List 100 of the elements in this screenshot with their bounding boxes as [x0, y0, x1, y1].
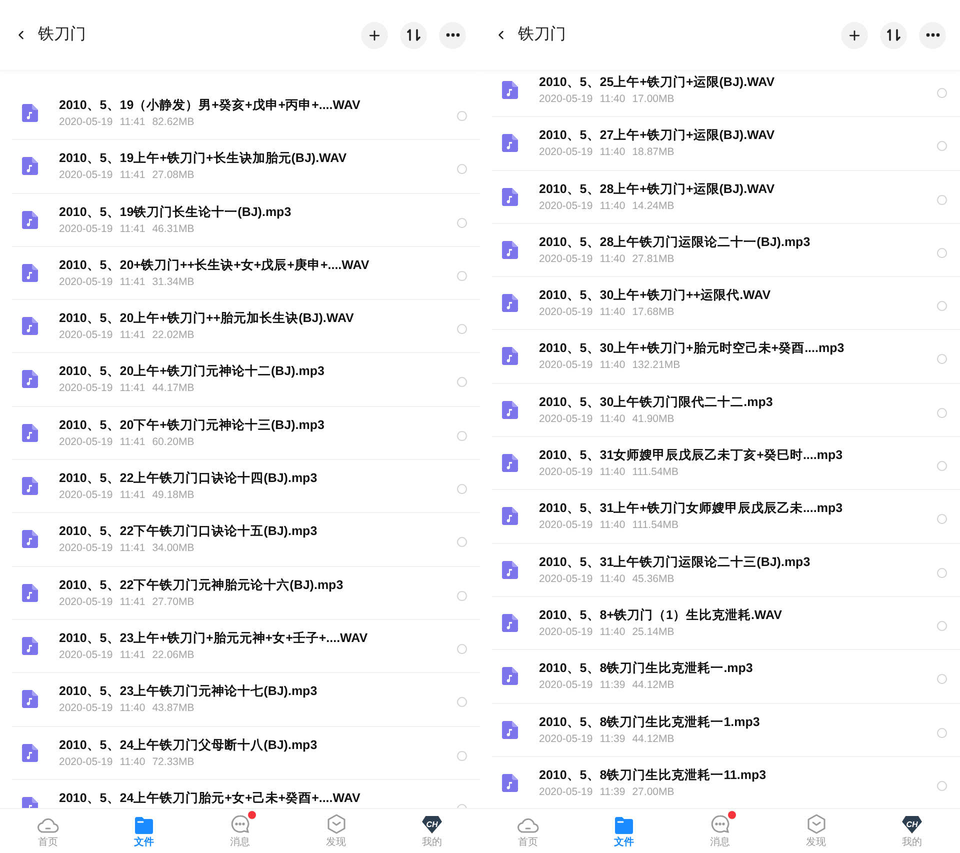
select-radio[interactable]	[457, 697, 467, 708]
file-size: 27.81MB	[632, 252, 674, 266]
file-row[interactable]: 2010、5、27上午+铁刀门+运限(BJ).WAV 2020-05-19 11:40 18.87MB	[492, 117, 960, 171]
audio-file-icon	[502, 400, 518, 419]
file-time: 11:40	[600, 358, 626, 372]
file-name: 2010、5、27上午+铁刀门+运限(BJ).WAV	[539, 127, 776, 144]
select-radio[interactable]	[457, 750, 467, 761]
sort-button[interactable]	[400, 22, 427, 48]
file-size: 14.24MB	[632, 198, 674, 213]
chat-icon	[230, 814, 250, 834]
more-icon	[446, 33, 460, 37]
more-button[interactable]	[919, 22, 946, 48]
file-row[interactable]: 2010、5、30上午+铁刀门+胎元时空己未+癸酉....mp3 2020-05-19 11:40 132.21MB	[492, 330, 960, 384]
select-radio[interactable]	[457, 164, 467, 174]
select-radio[interactable]	[457, 537, 467, 548]
file-time: 11:41	[120, 328, 146, 342]
file-row[interactable]: 2010、5、31上午+铁刀门女师嫂甲辰戊辰乙未....mp3 2020-05-19 11:40 111.54MB	[492, 490, 960, 544]
select-radio[interactable]	[937, 248, 947, 258]
file-row[interactable]: 2010、5、24上午铁刀门父母断十八(BJ).mp3 2020-05-19 11:40 72.33MB	[12, 726, 480, 780]
file-time: 11:40	[600, 92, 626, 106]
file-row[interactable]: 2010、5、25上午+铁刀门+运限(BJ).WAV 2020-05-19 11:40 17.00MB	[492, 70, 960, 118]
file-size: 27.70MB	[152, 594, 194, 609]
file-row[interactable]: 2010、5、19（小静发）男+癸亥+戊申+丙申+....WAV 2020-05-19 11:41 82.62MB	[12, 87, 480, 140]
file-size: 27.08MB	[152, 168, 194, 182]
select-radio[interactable]	[457, 430, 467, 441]
select-radio[interactable]	[937, 780, 947, 791]
file-row[interactable]: 2010、5、28上午铁刀门运限论二十一(BJ).mp3 2020-05-19 11:40 27.81MB	[492, 224, 960, 278]
select-radio[interactable]	[937, 354, 947, 364]
file-size: 44.12MB	[632, 678, 674, 692]
select-radio[interactable]	[937, 88, 947, 98]
file-time: 11:40	[120, 754, 146, 769]
add-button[interactable]	[361, 22, 388, 48]
select-radio[interactable]	[457, 111, 467, 121]
audio-file-icon	[502, 560, 518, 579]
file-date: 2020-05-19	[59, 115, 113, 129]
select-radio[interactable]	[937, 514, 947, 524]
file-date: 2020-05-19	[539, 198, 593, 213]
file-row[interactable]: 2010、5、30上午铁刀门限代二十二.mp3 2020-05-19 11:40 41.90MB	[492, 384, 960, 438]
file-row[interactable]: 2010、5、30上午+铁刀门++运限代.WAV 2020-05-19 11:40 17.68MB	[492, 277, 960, 330]
file-date: 2020-05-19	[539, 518, 593, 532]
file-row[interactable]: 2010、5、19铁刀门长生论十一(BJ).mp3 2020-05-19 11:41 46.31MB	[12, 194, 480, 247]
select-radio[interactable]	[457, 270, 467, 281]
hexagon-icon	[806, 814, 826, 834]
select-radio[interactable]	[937, 461, 947, 472]
select-radio[interactable]	[457, 324, 467, 334]
more-button[interactable]	[439, 22, 466, 48]
file-row[interactable]: 2010、5、8铁刀门生比克泄耗一.mp3 2020-05-19 11:39 44.12MB	[492, 650, 960, 704]
file-name: 2010、5、8铁刀门生比克泄耗一.mp3	[539, 660, 754, 678]
file-name: 2010、5、22下午铁刀门元神胎元论十六(BJ).mp3	[59, 576, 344, 594]
select-radio[interactable]	[457, 484, 467, 494]
file-size: 72.33MB	[152, 754, 194, 769]
file-time: 11:40	[600, 252, 626, 266]
file-size: 44.12MB	[632, 732, 674, 746]
select-radio[interactable]	[937, 408, 947, 418]
file-size: 44.17MB	[152, 381, 194, 396]
file-row[interactable]: 2010、5、31女师嫂甲辰戊辰乙未丁亥+癸巳时....mp3 2020-05-19 11:40 111.54MB	[492, 437, 960, 490]
file-name: 2010、5、28上午+铁刀门+运限(BJ).WAV	[539, 180, 776, 198]
file-row[interactable]: 2010、5、8+铁刀门（1）生比克泄耗.WAV 2020-05-19 11:40 25.14MB	[492, 596, 960, 650]
select-radio[interactable]	[937, 674, 947, 684]
folder-title: 铁刀门	[518, 24, 566, 45]
audio-file-icon	[22, 370, 38, 388]
audio-file-icon	[502, 614, 518, 632]
select-radio[interactable]	[457, 377, 467, 388]
file-size: 25.14MB	[632, 624, 674, 639]
file-size: 41.90MB	[632, 412, 674, 426]
sort-button[interactable]	[880, 22, 907, 48]
file-row[interactable]: 2010、5、22上午铁刀门口诀论十四(BJ).mp3 2020-05-19 11:41 49.18MB	[12, 460, 480, 514]
select-radio[interactable]	[457, 218, 467, 228]
select-radio[interactable]	[937, 728, 947, 738]
select-radio[interactable]	[937, 194, 947, 205]
file-row[interactable]: 2010、5、20下午+铁刀门元神论十三(BJ).mp3 2020-05-19 11:41 60.20MB	[12, 406, 480, 460]
file-row[interactable]: 2010、5、23上午铁刀门元神论十七(BJ).mp3 2020-05-19 11:40 43.87MB	[12, 673, 480, 727]
nav-tab[interactable]: CH 我的	[864, 809, 960, 853]
file-row[interactable]: 2010、5、8铁刀门生比克泄耗一1.mp3 2020-05-19 11:39 44.12MB	[492, 704, 960, 757]
file-row[interactable]: 2010、5、22下午铁刀门口诀论十五(BJ).mp3 2020-05-19 11:41 34.00MB	[12, 513, 480, 567]
file-name: 2010、5、30上午+铁刀门+胎元时空己未+癸酉....mp3	[539, 340, 846, 358]
file-row[interactable]: 2010、5、19上午+铁刀门+长生诀加胎元(BJ).WAV 2020-05-19 11:41 27.08MB	[12, 140, 480, 194]
file-row[interactable]: 2010、5、31上午铁刀门运限论二十三(BJ).mp3 2020-05-19 11:40 45.36MB	[492, 544, 960, 597]
file-row[interactable]: 2010、5、20上午+铁刀门元神论十二(BJ).mp3 2020-05-19 11:41 44.17MB	[12, 353, 480, 407]
select-radio[interactable]	[457, 590, 467, 601]
select-radio[interactable]	[937, 568, 947, 578]
file-row[interactable]: 2010、5、20上午+铁刀门++胎元加长生诀(BJ).WAV 2020-05-19 11:41 22.02MB	[12, 300, 480, 354]
audio-file-icon	[22, 530, 38, 548]
file-row[interactable]: 2010、5、23上午+铁刀门+胎元元神+女+壬子+....WAV 2020-05-19 11:41 22.06MB	[12, 620, 480, 674]
select-radio[interactable]	[937, 141, 947, 152]
chat-icon	[710, 814, 730, 834]
file-row[interactable]: 2010、5、28上午+铁刀门+运限(BJ).WAV 2020-05-19 11:40 14.24MB	[492, 170, 960, 224]
audio-file-icon	[502, 454, 518, 472]
nav-tab[interactable]: CH 我的	[384, 809, 480, 853]
file-size: 43.87MB	[152, 701, 194, 716]
file-date: 2020-05-19	[539, 305, 593, 320]
file-row[interactable]: 2010、5、20+铁刀门++长生诀+女+戊辰+庚申+....WAV 2020-05-19 11:41 31.34MB	[12, 246, 480, 300]
file-name: 2010、5、19上午+铁刀门+长生诀加胎元(BJ).WAV	[59, 150, 348, 168]
add-button[interactable]	[841, 22, 868, 48]
select-radio[interactable]	[457, 644, 467, 654]
select-radio[interactable]	[937, 620, 947, 631]
audio-file-icon	[22, 264, 38, 282]
file-row[interactable]: 2010、5、22下午铁刀门元神胎元论十六(BJ).mp3 2020-05-19 11:41 27.70MB	[12, 566, 480, 620]
select-radio[interactable]	[937, 301, 947, 312]
file-size: 34.00MB	[152, 541, 194, 556]
